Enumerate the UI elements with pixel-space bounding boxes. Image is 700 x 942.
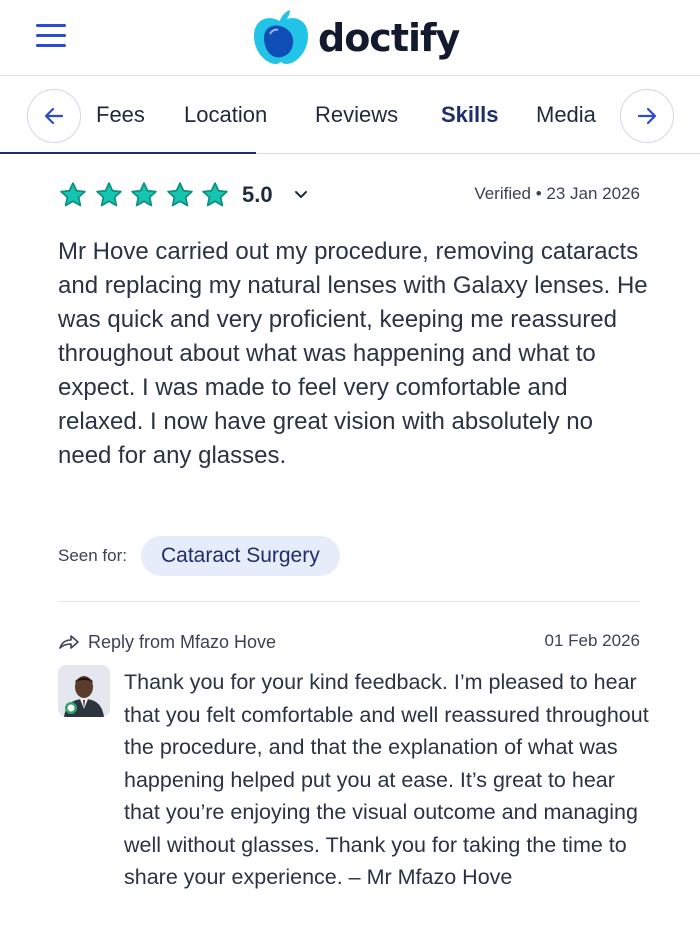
scroll-tabs-left-button[interactable] xyxy=(27,89,81,143)
tab-skills[interactable]: Skills xyxy=(441,102,498,128)
arrow-left-icon xyxy=(44,107,64,125)
chevron-down-icon[interactable] xyxy=(291,185,311,205)
star-rating xyxy=(58,180,236,210)
reply-text: Thank you for your kind feedback. I’m pl… xyxy=(124,670,649,889)
divider xyxy=(58,601,640,602)
tab-media[interactable]: Media xyxy=(536,102,596,128)
treatment-tag[interactable]: Cataract Surgery xyxy=(141,536,340,576)
rating-value: 5.0 xyxy=(241,182,273,207)
seen-for: Seen for: Cataract Surgery xyxy=(58,536,340,576)
tab-scroll-indicator xyxy=(0,152,256,154)
reply-from-label: Reply from Mfazo Hove xyxy=(88,631,277,652)
star-icon xyxy=(131,182,157,207)
star-icon xyxy=(60,182,86,207)
tab-fees[interactable]: Fees xyxy=(96,102,145,128)
reply-header: Reply from Mfazo Hove xyxy=(58,630,276,654)
verified-date: Verified • 23 Jan 2026 xyxy=(474,184,640,203)
tab-reviews[interactable]: Reviews xyxy=(315,102,398,128)
arrow-right-icon xyxy=(637,107,657,125)
hamburger-menu-icon[interactable] xyxy=(36,24,68,48)
doctor-avatar xyxy=(58,665,110,717)
star-icon xyxy=(167,182,193,207)
star-icon xyxy=(202,182,229,207)
reply-date: 01 Feb 2026 xyxy=(544,631,640,650)
avatar-image xyxy=(58,665,110,717)
review-text: Mr Hove carried out my procedure, removi… xyxy=(58,238,648,469)
reply-arrow-icon xyxy=(59,635,79,649)
tab-location[interactable]: Location xyxy=(184,102,267,128)
logo-apple-icon xyxy=(254,10,308,64)
star-icon xyxy=(95,182,122,207)
scroll-tabs-right-button[interactable] xyxy=(620,89,674,143)
brand-name: doctify xyxy=(318,16,460,60)
section-tab-bar: Fees Location Reviews Skills Media xyxy=(0,76,700,154)
app-header: doctify xyxy=(0,0,700,76)
doctify-logo[interactable]: doctify xyxy=(250,8,460,68)
seen-for-label: Seen for: xyxy=(58,546,127,565)
review-rating: 5.0 xyxy=(58,178,311,212)
